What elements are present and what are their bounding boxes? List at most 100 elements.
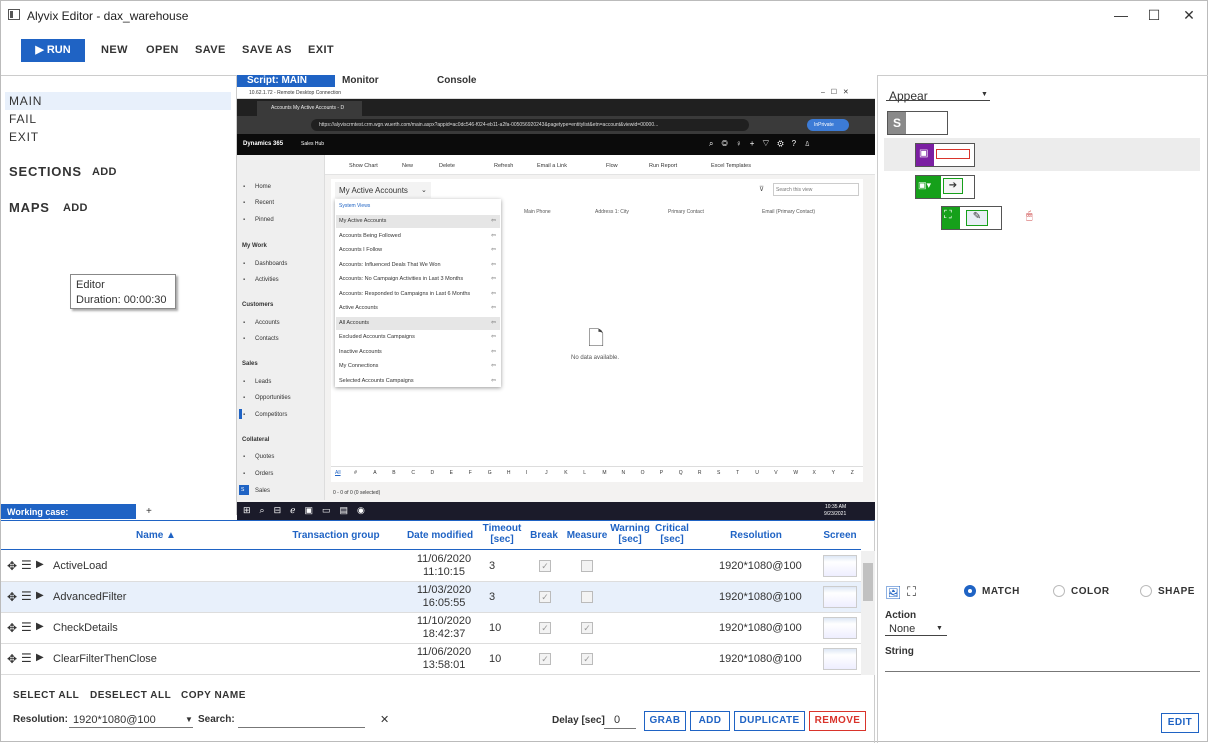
nav-item-leads[interactable]: Leads (255, 379, 271, 385)
jump-letter[interactable]: E (450, 470, 453, 476)
break-checkbox[interactable]: ✓ (539, 591, 551, 603)
pin-icon[interactable]: ⇦ (491, 304, 496, 311)
jump-letter[interactable]: J (545, 470, 548, 476)
open-button[interactable]: OPEN (146, 44, 179, 56)
command-1[interactable]: New (402, 163, 413, 169)
move-icon[interactable]: ✥ (7, 590, 17, 604)
command-2[interactable]: Delete (439, 163, 455, 169)
image-type-icon[interactable]: 🖼 (885, 585, 902, 601)
jump-letter[interactable]: Y (832, 470, 835, 476)
maps-add-button[interactable]: ADD (63, 202, 88, 214)
jump-letter[interactable]: T (736, 470, 739, 476)
nav-item-pinned[interactable]: Pinned (255, 217, 274, 223)
jump-letter[interactable]: V (774, 470, 777, 476)
pin-icon[interactable]: ⇦ (491, 217, 496, 224)
save-button[interactable]: SAVE (195, 44, 226, 56)
taskbar-icons[interactable]: ⊞⌕⊟ℯ▣▭▤◉ (243, 505, 374, 516)
col-break[interactable]: Break (527, 530, 561, 541)
tab-working-case[interactable]: Working case: dax_warehouse (1, 504, 136, 527)
measure-checkbox[interactable] (581, 591, 593, 603)
jump-letter[interactable]: F (469, 470, 472, 476)
expand-icon[interactable]: ▶ (36, 652, 44, 663)
copy-name-button[interactable]: COPY NAME (181, 690, 246, 701)
grid-column-header[interactable]: Email (Primary Contact) (762, 209, 815, 215)
deselect-all-button[interactable]: DESELECT ALL (90, 690, 171, 701)
list-icon[interactable]: ☰ (21, 651, 32, 665)
view-item[interactable]: Excluded Accounts Campaigns (339, 334, 415, 340)
jump-letter[interactable]: C (411, 470, 415, 476)
search-input[interactable] (238, 711, 365, 728)
jump-letter[interactable]: R (698, 470, 702, 476)
tab-console[interactable]: Console (437, 75, 476, 87)
area-switcher[interactable]: Sales (255, 488, 270, 494)
view-item[interactable]: Active Accounts (339, 305, 378, 311)
measure-checkbox[interactable]: ✓ (581, 653, 593, 665)
move-icon[interactable]: ✥ (7, 559, 17, 573)
grid-column-header[interactable]: Address 1: City (595, 209, 629, 215)
break-checkbox[interactable]: ✓ (539, 622, 551, 634)
col-critical[interactable]: Critical [sec] (652, 523, 692, 545)
break-checkbox[interactable]: ✓ (539, 653, 551, 665)
pin-icon[interactable]: ⇦ (491, 261, 496, 268)
edit-button[interactable]: EDIT (1161, 713, 1199, 733)
scrollbar-thumb[interactable] (863, 563, 873, 601)
jump-letter[interactable]: S (717, 470, 720, 476)
view-item[interactable]: Accounts: Influenced Deals That We Won (339, 262, 441, 268)
view-item[interactable]: Accounts Being Followed (339, 233, 401, 239)
col-date-modified[interactable]: Date modified (405, 530, 475, 541)
command-5[interactable]: Flow (606, 163, 618, 169)
pin-icon[interactable]: ⇦ (491, 232, 496, 239)
search-clear-button[interactable]: ✕ (380, 713, 389, 726)
expand-icon[interactable]: ▶ (36, 559, 44, 570)
nav-item-accounts[interactable]: Accounts (255, 320, 280, 326)
command-0[interactable]: Show Chart (349, 163, 378, 169)
col-resolution[interactable]: Resolution (721, 530, 791, 541)
nav-item-orders[interactable]: Orders (255, 471, 273, 477)
jump-letter[interactable]: B (392, 470, 395, 476)
jump-letter[interactable]: Q (679, 470, 683, 476)
screen-thumbnail[interactable] (823, 555, 857, 577)
pin-icon[interactable]: ⇦ (491, 290, 496, 297)
shape-radio[interactable] (1140, 585, 1152, 597)
nav-item-opportunities[interactable]: Opportunities (255, 395, 291, 401)
nav-item-home[interactable]: Home (255, 184, 271, 190)
sidebar-item-main[interactable]: MAIN (9, 94, 42, 108)
region-type-icon[interactable]: ⛶ (907, 584, 916, 600)
expand-icon[interactable]: ▶ (36, 590, 44, 601)
command-7[interactable]: Excel Templates (711, 163, 751, 169)
grid-column-header[interactable]: Primary Contact (668, 209, 704, 215)
measure-checkbox[interactable] (581, 560, 593, 572)
nav-item-quotes[interactable]: Quotes (255, 454, 274, 460)
command-6[interactable]: Run Report (649, 163, 677, 169)
save-as-button[interactable]: SAVE AS (242, 44, 292, 56)
jump-letter[interactable]: Z (851, 470, 854, 476)
add-case-tab-button[interactable]: + (146, 506, 152, 517)
view-item[interactable]: Accounts: No Campaign Activities in Last… (339, 276, 463, 282)
match-radio[interactable] (964, 585, 976, 597)
list-icon[interactable]: ☰ (21, 558, 32, 572)
d365-header-icons[interactable]: ⌕◎♀+▽⚙?♙ (709, 139, 819, 149)
table-row[interactable]: ✥ ☰ ▶ CheckDetails 11/10/2020 18:42:37 10 ✓ ✓ 192… (1, 613, 861, 644)
sidebar-item-fail[interactable]: FAIL (9, 112, 37, 126)
col-name[interactable]: Name ▲ (111, 530, 201, 541)
jump-letter[interactable]: L (583, 470, 586, 476)
screen-thumbnail[interactable] (823, 617, 857, 639)
measure-checkbox[interactable]: ✓ (581, 622, 593, 634)
nav-item-contacts[interactable]: Contacts (255, 336, 279, 342)
col-screen[interactable]: Screen (819, 530, 861, 541)
col-transaction-group[interactable]: Transaction group (291, 530, 381, 541)
add-button[interactable]: ADD (690, 711, 730, 731)
command-4[interactable]: Email a Link (537, 163, 567, 169)
view-item[interactable]: Accounts I Follow (339, 247, 382, 253)
remove-button[interactable]: REMOVE (809, 711, 866, 731)
nav-item-dashboards[interactable]: Dashboards (255, 261, 287, 267)
filter-icon[interactable]: ⊽ (759, 185, 764, 193)
jump-letter[interactable]: D (431, 470, 435, 476)
mouse-icon[interactable]: 🖱 (1026, 210, 1033, 223)
screen-capture[interactable]: 10.62.1.72 - Remote Desktop Connection –… (237, 87, 875, 520)
table-row[interactable]: ✥ ☰ ▶ ActiveLoad 11/06/2020 11:10:15 3 ✓ 1920*10… (1, 551, 861, 582)
jump-letter[interactable]: P (660, 470, 663, 476)
table-row[interactable]: ✥ ☰ ▶ AdvancedFilter 11/03/2020 16:05:55 3 ✓ 192… (1, 582, 861, 613)
jump-letter[interactable]: X (813, 470, 816, 476)
tab-script-main[interactable]: Script: MAIN (247, 75, 307, 87)
